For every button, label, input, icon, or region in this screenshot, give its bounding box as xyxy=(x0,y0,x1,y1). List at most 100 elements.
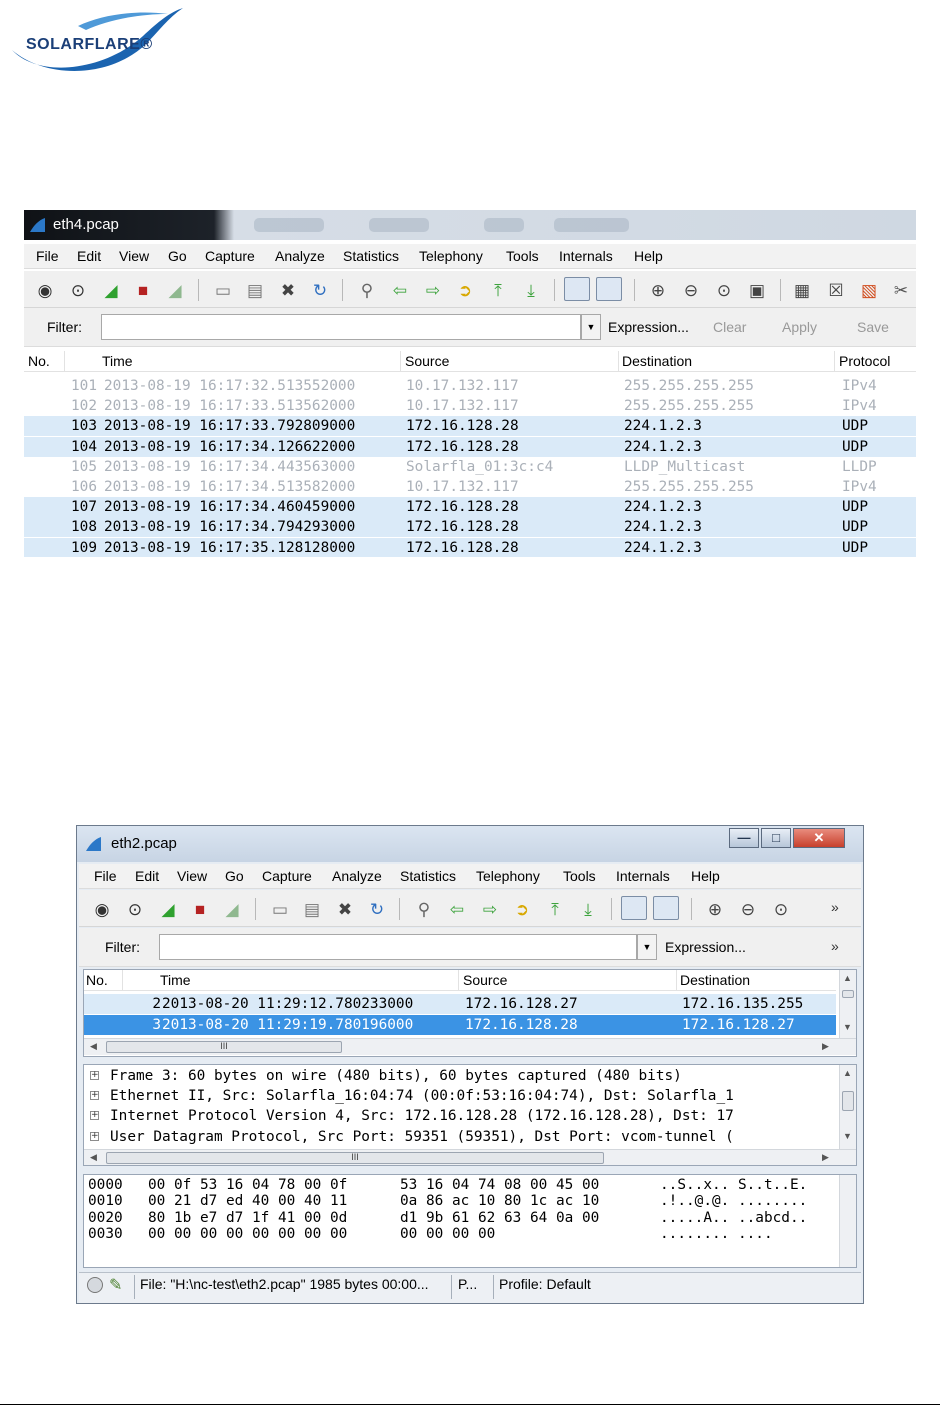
go-to-packet-icon[interactable]: ➲ xyxy=(454,279,476,301)
detail-tree-item[interactable]: + User Datagram Protocol, Src Port: 59351… xyxy=(84,1127,836,1147)
go-first-icon[interactable]: ⤒ xyxy=(544,898,566,920)
colorize-icon[interactable] xyxy=(621,896,647,920)
packet-row[interactable]: 107 2013-08-19 16:17:34.460459000 172.16.1… xyxy=(24,497,916,518)
preferences-icon[interactable]: ✂ xyxy=(890,279,912,301)
expand-icon[interactable]: + xyxy=(90,1131,99,1141)
reload-icon[interactable]: ↻ xyxy=(366,898,388,920)
apply-button[interactable]: Apply xyxy=(782,319,817,335)
capture-options-icon[interactable]: ⊙ xyxy=(124,898,146,920)
reload-icon[interactable]: ↻ xyxy=(309,279,331,301)
resize-columns-icon[interactable]: ▣ xyxy=(746,279,768,301)
packet-list-hscroll[interactable]: ◀ III ▶ xyxy=(84,1038,856,1055)
go-to-packet-icon[interactable]: ➲ xyxy=(511,898,533,920)
filter-input[interactable] xyxy=(101,314,581,340)
column-no[interactable]: No. xyxy=(28,353,50,369)
column-destination[interactable]: Destination xyxy=(622,353,692,369)
column-time[interactable]: Time xyxy=(102,353,133,369)
toolbar-overflow-button[interactable]: » xyxy=(831,899,839,915)
menu-telephony[interactable]: Telephony xyxy=(419,248,483,264)
maximize-button[interactable]: □ xyxy=(761,828,791,848)
packet-row[interactable]: 104 2013-08-19 16:17:34.126622000 172.16.1… xyxy=(24,436,916,457)
filter-input[interactable] xyxy=(159,934,637,960)
scroll-right-icon[interactable]: ▶ xyxy=(818,1041,833,1052)
menu-view[interactable]: View xyxy=(177,868,207,884)
expand-icon[interactable]: + xyxy=(90,1091,99,1101)
packet-list-vscroll[interactable]: ▲ ▼ xyxy=(839,970,856,1038)
filter-dropdown-button[interactable]: ▼ xyxy=(581,314,601,340)
scroll-left-icon[interactable]: ◀ xyxy=(86,1041,101,1052)
go-first-icon[interactable]: ⤒ xyxy=(487,279,509,301)
menu-capture[interactable]: Capture xyxy=(262,868,312,884)
autoscroll-icon[interactable] xyxy=(596,277,622,301)
go-forward-icon[interactable]: ⇨ xyxy=(479,898,501,920)
menu-go[interactable]: Go xyxy=(225,868,244,884)
colorize-icon[interactable] xyxy=(564,277,590,301)
zoom-out-icon[interactable]: ⊖ xyxy=(737,898,759,920)
column-source[interactable]: Source xyxy=(405,353,449,369)
zoom-out-icon[interactable]: ⊖ xyxy=(680,279,702,301)
hex-row[interactable]: 0030 00 00 00 00 00 00 00 00 00 00 00 00..… xyxy=(84,1226,836,1242)
open-file-icon[interactable]: ▭ xyxy=(212,279,234,301)
restart-capture-icon[interactable]: ◢ xyxy=(164,279,186,301)
menu-edit[interactable]: Edit xyxy=(135,868,159,884)
save-button[interactable]: Save xyxy=(857,319,889,335)
scroll-down-icon[interactable]: ▼ xyxy=(840,1022,855,1032)
menu-tools[interactable]: Tools xyxy=(506,248,539,264)
expression-button[interactable]: Expression... xyxy=(665,939,746,955)
expert-info-icon[interactable] xyxy=(87,1277,103,1293)
packet-row[interactable]: 103 2013-08-19 16:17:33.792809000 172.16.1… xyxy=(24,416,916,437)
menu-statistics[interactable]: Statistics xyxy=(400,868,456,884)
column-destination[interactable]: Destination xyxy=(680,972,750,988)
scroll-thumb[interactable]: III xyxy=(106,1041,342,1053)
go-last-icon[interactable]: ⤓ xyxy=(520,279,542,301)
scroll-thumb[interactable] xyxy=(842,1091,854,1111)
find-icon[interactable]: ⚲ xyxy=(413,898,435,920)
detail-tree-item[interactable]: + Frame 3: 60 bytes on wire (480 bits), 6… xyxy=(84,1066,836,1086)
clear-button[interactable]: Clear xyxy=(713,319,746,335)
menu-internals[interactable]: Internals xyxy=(559,248,613,264)
packet-row[interactable]: 109 2013-08-19 16:17:35.128128000 172.16.1… xyxy=(24,537,916,557)
column-source[interactable]: Source xyxy=(463,972,507,988)
normal-size-icon[interactable]: ⊙ xyxy=(770,898,792,920)
bytes-vscroll[interactable] xyxy=(839,1175,856,1267)
minimize-button[interactable]: — xyxy=(729,828,759,848)
zoom-in-icon[interactable]: ⊕ xyxy=(647,279,669,301)
scroll-up-icon[interactable]: ▲ xyxy=(840,1068,855,1078)
filter-overflow-button[interactable]: » xyxy=(831,938,839,954)
menu-file[interactable]: File xyxy=(36,248,59,264)
packet-row[interactable]: 108 2013-08-19 16:17:34.794293000 172.16.1… xyxy=(24,517,916,538)
menu-go[interactable]: Go xyxy=(168,248,187,264)
close-file-icon[interactable]: ✖ xyxy=(334,898,356,920)
menu-tools[interactable]: Tools xyxy=(563,868,596,884)
column-no[interactable]: No. xyxy=(86,972,108,988)
scroll-up-icon[interactable]: ▲ xyxy=(840,973,855,983)
menu-file[interactable]: File xyxy=(94,868,117,884)
packet-row[interactable]: 106 2013-08-19 16:17:34.513582000 10.17.13… xyxy=(24,477,916,497)
go-back-icon[interactable]: ⇦ xyxy=(389,279,411,301)
interface-list-icon[interactable]: ◉ xyxy=(34,279,56,301)
status-profile[interactable]: Profile: Default xyxy=(499,1276,591,1292)
menu-telephony[interactable]: Telephony xyxy=(476,868,540,884)
display-filters-icon[interactable]: ☒ xyxy=(825,279,847,301)
hex-row[interactable]: 0000 00 0f 53 16 04 78 00 0f 53 16 04 74 0… xyxy=(84,1177,836,1193)
expand-icon[interactable]: + xyxy=(90,1111,99,1121)
capture-comment-icon[interactable]: ✎ xyxy=(109,1275,122,1295)
close-file-icon[interactable]: ✖ xyxy=(277,279,299,301)
find-icon[interactable]: ⚲ xyxy=(356,279,378,301)
stop-capture-icon[interactable]: ■ xyxy=(189,898,211,920)
packet-row[interactable]: 101 2013-08-19 16:17:32.513552000 10.17.13… xyxy=(24,376,916,396)
menu-internals[interactable]: Internals xyxy=(616,868,670,884)
go-last-icon[interactable]: ⤓ xyxy=(577,898,599,920)
start-capture-icon[interactable]: ◢ xyxy=(157,898,179,920)
scroll-right-icon[interactable]: ▶ xyxy=(818,1152,833,1163)
hex-row[interactable]: 0010 00 21 d7 ed 40 00 40 11 0a 86 ac 10 8… xyxy=(84,1193,836,1209)
start-capture-icon[interactable]: ◢ xyxy=(100,279,122,301)
open-file-icon[interactable]: ▭ xyxy=(269,898,291,920)
capture-options-icon[interactable]: ⊙ xyxy=(67,279,89,301)
normal-size-icon[interactable]: ⊙ xyxy=(713,279,735,301)
menu-statistics[interactable]: Statistics xyxy=(343,248,399,264)
interface-list-icon[interactable]: ◉ xyxy=(91,898,113,920)
scroll-thumb[interactable]: III xyxy=(106,1152,604,1164)
close-button[interactable]: ✕ xyxy=(793,828,845,848)
go-forward-icon[interactable]: ⇨ xyxy=(422,279,444,301)
